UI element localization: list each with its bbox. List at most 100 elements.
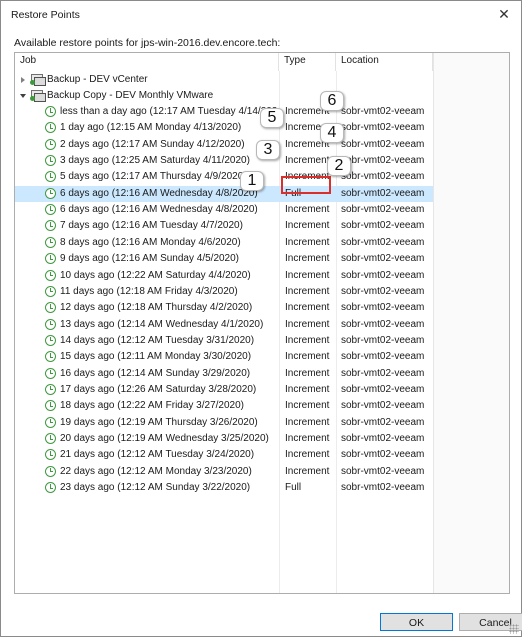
callout-1: 1 — [240, 171, 264, 191]
restore-point-row[interactable]: 7 days ago (12:16 AM Tuesday 4/7/2020) In… — [15, 218, 433, 234]
restore-point-row[interactable]: 8 days ago (12:16 AM Monday 4/6/2020) Inc… — [15, 235, 433, 251]
restore-point-icon — [45, 122, 56, 134]
title-bar: Restore Points ✕ — [1, 1, 521, 29]
resize-grip[interactable] — [509, 624, 519, 634]
restore-point-type-cell: Increment — [285, 383, 330, 395]
restore-point-location-cell: sobr-vmt02-veeam — [341, 383, 425, 395]
restore-point-icon — [45, 449, 56, 461]
backup-copy-job-icon — [30, 90, 46, 102]
restore-point-row[interactable]: 13 days ago (12:14 AM Wednesday 4/1/2020… — [15, 317, 433, 333]
restore-point-row[interactable]: 10 days ago (12:22 AM Saturday 4/4/2020)… — [15, 268, 433, 284]
restore-point-row[interactable]: 3 days ago (12:25 AM Saturday 4/11/2020)… — [15, 153, 433, 169]
restore-point-icon — [45, 482, 56, 494]
restore-point-type-cell: Increment — [285, 367, 330, 379]
restore-point-icon — [45, 171, 56, 183]
restore-point-location-cell: sobr-vmt02-veeam — [341, 416, 425, 428]
restore-point-location-cell: sobr-vmt02-veeam — [341, 482, 425, 494]
restore-point-type-cell: Full — [285, 482, 302, 494]
restore-point-row[interactable]: 17 days ago (12:26 AM Saturday 3/28/2020… — [15, 382, 433, 398]
tree-node-job[interactable]: Backup Copy - DEV Monthly VMware — [15, 88, 433, 104]
restore-point-type-cell: Increment — [285, 433, 330, 444]
restore-point-type-cell: Increment — [285, 220, 330, 232]
restore-point-job-cell: 17 days ago (12:26 AM Saturday 3/28/2020… — [60, 383, 257, 395]
ok-button[interactable]: OK — [380, 613, 453, 631]
restore-point-job-cell: 22 days ago (12:12 AM Monday 3/23/2020) — [60, 465, 252, 477]
callout-2: 2 — [327, 156, 351, 176]
restore-points-caption: Available restore points for jps-win-201… — [14, 37, 281, 49]
restore-point-row[interactable]: 5 days ago (12:17 AM Thursday 4/9/2020) I… — [15, 169, 433, 185]
restore-points-grid[interactable]: Job Type Location Backup - DEV vCenter B… — [14, 52, 510, 594]
collapse-arrow-icon[interactable] — [20, 94, 26, 98]
restore-point-row[interactable]: 14 days ago (12:12 AM Tuesday 3/31/2020)… — [15, 333, 433, 349]
restore-point-row[interactable]: 2 days ago (12:17 AM Sunday 4/12/2020) In… — [15, 137, 433, 153]
restore-point-row[interactable]: less than a day ago (12:17 AM Tuesday 4/… — [15, 104, 433, 120]
restore-point-job-cell: 23 days ago (12:12 AM Sunday 3/22/2020) — [60, 482, 251, 494]
restore-point-location-cell: sobr-vmt02-veeam — [341, 253, 425, 265]
restore-point-location-cell: sobr-vmt02-veeam — [341, 433, 425, 444]
restore-point-icon — [45, 416, 56, 428]
restore-point-icon — [45, 334, 56, 346]
restore-point-type-cell: Increment — [285, 204, 330, 216]
restore-point-job-cell: 16 days ago (12:14 AM Sunday 3/29/2020) — [60, 367, 251, 379]
restore-point-location-cell: sobr-vmt02-veeam — [341, 155, 425, 167]
restore-point-location-cell: sobr-vmt02-veeam — [341, 334, 425, 346]
restore-point-job-cell: 18 days ago (12:22 AM Friday 3/27/2020) — [60, 400, 245, 412]
restore-point-icon — [45, 106, 56, 117]
restore-point-icon — [45, 285, 56, 297]
restore-point-job-cell: 19 days ago (12:19 AM Thursday 3/26/2020… — [60, 416, 258, 428]
restore-point-location-cell: sobr-vmt02-veeam — [341, 400, 425, 412]
callout-4: 4 — [320, 123, 344, 143]
restore-point-type-cell: Increment — [285, 302, 330, 314]
restore-point-row[interactable]: 18 days ago (12:22 AM Friday 3/27/2020) I… — [15, 398, 433, 414]
restore-point-location-cell: sobr-vmt02-veeam — [341, 465, 425, 477]
restore-point-icon — [45, 400, 56, 412]
restore-point-row[interactable]: 20 days ago (12:19 AM Wednesday 3/25/202… — [15, 431, 433, 447]
restore-point-row[interactable]: 12 days ago (12:18 AM Thursday 4/2/2020)… — [15, 300, 433, 316]
restore-point-type-cell: Increment — [285, 351, 330, 363]
restore-point-row[interactable]: 9 days ago (12:16 AM Sunday 4/5/2020) Inc… — [15, 251, 433, 267]
restore-point-job-cell: 3 days ago (12:25 AM Saturday 4/11/2020) — [60, 155, 250, 167]
restore-point-row[interactable]: 19 days ago (12:19 AM Thursday 3/26/2020… — [15, 415, 433, 431]
column-header-job[interactable]: Job — [15, 53, 279, 71]
window-title: Restore Points — [11, 9, 80, 21]
restore-point-location-cell: sobr-vmt02-veeam — [341, 138, 425, 150]
restore-point-row[interactable]: 15 days ago (12:11 AM Monday 3/30/2020) I… — [15, 349, 433, 365]
restore-point-type-cell: Increment — [285, 269, 330, 281]
close-button[interactable]: ✕ — [487, 1, 521, 27]
restore-point-type-cell: Increment — [285, 285, 330, 297]
column-header-location[interactable]: Location — [336, 53, 433, 71]
expand-arrow-icon[interactable] — [21, 77, 25, 83]
restore-point-row[interactable]: 6 days ago (12:16 AM Wednesday 4/8/2020)… — [15, 185, 433, 202]
restore-point-location-cell: sobr-vmt02-veeam — [341, 302, 425, 314]
callout-5: 5 — [260, 108, 284, 128]
restore-point-row[interactable]: 6 days ago (12:16 AM Wednesday 4/8/2020)… — [15, 202, 433, 218]
restore-point-icon — [45, 433, 56, 444]
restore-point-job-cell: 20 days ago (12:19 AM Wednesday 3/25/202… — [60, 433, 269, 444]
restore-point-icon — [45, 351, 56, 363]
restore-point-icon — [45, 383, 56, 395]
restore-point-job-cell: 12 days ago (12:18 AM Thursday 4/2/2020) — [60, 302, 253, 314]
restore-point-row[interactable]: 21 days ago (12:12 AM Tuesday 3/24/2020)… — [15, 447, 433, 463]
restore-point-icon — [45, 155, 56, 167]
restore-point-job-cell: less than a day ago (12:17 AM Tuesday 4/… — [60, 106, 278, 117]
empty-grid-area — [433, 53, 509, 593]
restore-point-type-cell: Increment — [285, 449, 330, 461]
tree-node-job[interactable]: Backup - DEV vCenter — [15, 72, 433, 88]
restore-points-dialog: Restore Points ✕ Available restore point… — [0, 0, 522, 637]
restore-point-icon — [45, 367, 56, 379]
restore-point-row[interactable]: 16 days ago (12:14 AM Sunday 3/29/2020) I… — [15, 366, 433, 382]
restore-point-row[interactable]: 1 day ago (12:15 AM Monday 4/13/2020) Inc… — [15, 120, 433, 136]
restore-point-row[interactable]: 22 days ago (12:12 AM Monday 3/23/2020) I… — [15, 464, 433, 480]
column-header-type[interactable]: Type — [279, 53, 336, 71]
restore-point-row[interactable]: 23 days ago (12:12 AM Sunday 3/22/2020) F… — [15, 480, 433, 496]
restore-point-job-cell: 21 days ago (12:12 AM Tuesday 3/24/2020) — [60, 449, 255, 461]
restore-point-row[interactable]: 11 days ago (12:18 AM Friday 4/3/2020) In… — [15, 284, 433, 300]
restore-point-icon — [45, 220, 56, 232]
restore-point-icon — [45, 302, 56, 314]
restore-point-location-cell: sobr-vmt02-veeam — [341, 318, 425, 330]
restore-point-icon — [45, 204, 56, 216]
restore-point-location-cell: sobr-vmt02-veeam — [341, 236, 425, 248]
callout-3: 3 — [256, 140, 280, 160]
restore-point-location-cell: sobr-vmt02-veeam — [341, 367, 425, 379]
restore-point-icon — [45, 269, 56, 281]
